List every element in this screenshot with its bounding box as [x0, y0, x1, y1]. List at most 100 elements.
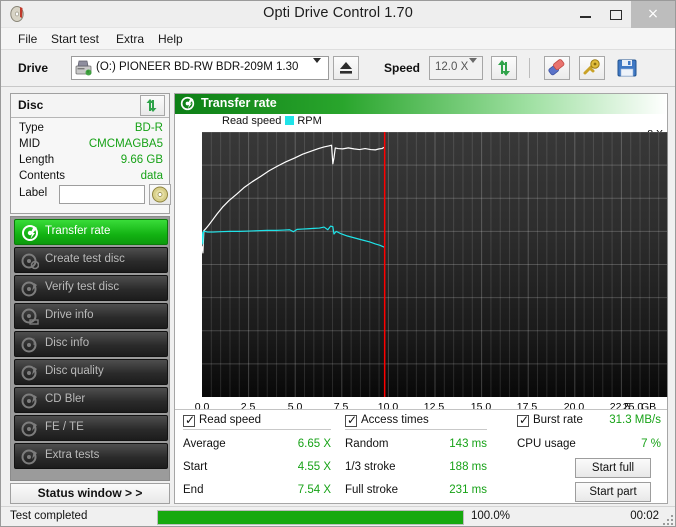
disc-icon — [21, 224, 39, 242]
chevron-down-icon — [469, 58, 477, 81]
chart-plot-area[interactable] — [202, 132, 668, 397]
drive-value: (O:) PIONEER BD-RW BDR-209M 1.30 — [96, 61, 299, 73]
drive-select[interactable]: (O:) PIONEER BD-RW BDR-209M 1.30 — [71, 56, 329, 80]
divider — [345, 429, 487, 430]
disc-type-value: BD-R — [134, 122, 163, 134]
toolbar-separator — [529, 58, 530, 78]
sidebar-item-label: CD Bler — [45, 393, 86, 405]
menu-help[interactable]: Help — [153, 31, 188, 47]
sidebar-item-disc-quality[interactable]: Disc quality — [14, 359, 168, 385]
info-icon: i — [21, 336, 39, 354]
minimize-icon — [580, 16, 591, 18]
disc-row: MID CMCMAGBA5 — [11, 138, 169, 155]
disc-icon — [152, 186, 168, 203]
disc-icon — [21, 448, 39, 466]
sidebar-item-disc-info[interactable]: i Disc info — [14, 331, 168, 357]
disc-refresh-button[interactable] — [140, 95, 165, 116]
read-speed-checkbox[interactable]: ✓ — [183, 413, 195, 427]
legend-read-speed: Read speed — [222, 115, 282, 127]
sidebar-item-fe-te[interactable]: FE / TE — [14, 415, 168, 441]
eject-button[interactable] — [333, 56, 359, 80]
tools-icon — [583, 59, 600, 75]
disc-row: Length 9.66 GB — [11, 154, 169, 171]
read-speed-average-label: Average — [183, 438, 226, 450]
disc-icon — [180, 96, 195, 111]
progress-bar-fill — [158, 511, 463, 524]
access-full-stroke-value: 231 ms — [449, 484, 487, 496]
access-random-label: Random — [345, 438, 389, 450]
tools-button[interactable] — [579, 56, 605, 80]
application-window: Opti Drive Control 1.70 × File Start tes… — [0, 0, 676, 527]
start-full-button[interactable]: Start full — [575, 458, 651, 478]
erase-button[interactable] — [544, 56, 570, 80]
divider — [183, 429, 331, 430]
read-speed-start-label: Start — [183, 461, 208, 473]
status-window-button[interactable]: Status window > > — [10, 483, 170, 504]
sidebar-item-cd-bler[interactable]: CD Bler — [14, 387, 168, 413]
disc-icon — [21, 364, 39, 382]
refresh-button[interactable] — [491, 56, 517, 80]
disc-icon — [21, 280, 39, 298]
svg-text:i: i — [33, 337, 35, 347]
disc-panel-title: Disc — [18, 98, 44, 112]
speed-value: 12.0 X — [435, 61, 469, 73]
save-icon — [617, 59, 637, 77]
close-icon: × — [647, 6, 659, 22]
disc-panel: Disc Type BD-R MID CMCMAGBA5 Length 9.66… — [10, 93, 171, 214]
disc-contents-value: data — [140, 170, 163, 182]
disc-length-value: 9.66 GB — [120, 154, 163, 166]
save-button[interactable] — [614, 56, 640, 80]
speed-label: Speed — [384, 61, 421, 75]
sidebar-item-extra-tests[interactable]: Extra tests — [14, 443, 168, 469]
sidebar-item-label: Verify test disc — [45, 281, 120, 293]
panel-header: Transfer rate — [175, 94, 667, 114]
read-speed-average-value: 6.65 X — [297, 438, 331, 450]
cpu-usage-value: 7 % — [641, 438, 661, 450]
sidebar-item-verify-test-disc[interactable]: Verify test disc — [14, 275, 168, 301]
status-text: Test completed — [10, 510, 88, 522]
refresh-icon — [146, 99, 157, 112]
disc-panel-header: Disc — [11, 94, 169, 118]
sidebar-item-label: Disc info — [45, 337, 90, 349]
chart-legend: Read speed RPM — [222, 115, 322, 127]
access-full-stroke-label: Full stroke — [345, 484, 399, 496]
drive-icon — [21, 308, 39, 326]
sidebar-item-label: Extra tests — [45, 449, 100, 461]
maximize-button[interactable] — [601, 1, 631, 28]
toolbar: Drive (O:) PIONEER BD-RW BDR-209M 1.30 S… — [1, 50, 675, 87]
read-speed-end-value: 7.54 X — [297, 484, 331, 496]
chevron-down-icon — [313, 58, 321, 81]
menu-start-test[interactable]: Start test — [46, 31, 104, 47]
disc-label-button[interactable] — [149, 184, 171, 205]
sidebar-item-drive-info[interactable]: Drive info — [14, 303, 168, 329]
read-speed-end-label: End — [183, 484, 204, 496]
sidebar-item-label: Create test disc — [45, 253, 125, 265]
close-button[interactable]: × — [631, 1, 675, 28]
access-random-value: 143 ms — [449, 438, 487, 450]
access-third-stroke-label: 1/3 stroke — [345, 461, 396, 473]
menu-extra[interactable]: Extra — [111, 31, 149, 47]
drive-label: Drive — [18, 61, 49, 75]
erase-icon — [548, 59, 565, 76]
chart-svg — [202, 132, 667, 397]
progress-bar — [157, 510, 464, 525]
eject-icon — [340, 62, 352, 74]
burst-rate-value: 31.3 MB/s — [609, 414, 661, 426]
access-times-checkbox[interactable]: ✓ — [345, 413, 357, 427]
speed-select[interactable]: 12.0 X — [429, 56, 483, 80]
sidebar-item-label: Transfer rate — [45, 225, 111, 237]
menu-file[interactable]: File — [13, 31, 42, 47]
start-part-button[interactable]: Start part — [575, 482, 651, 502]
minimize-button[interactable] — [571, 1, 601, 28]
sidebar-item-create-test-disc[interactable]: Create test disc — [14, 247, 168, 273]
read-speed-title: Read speed — [199, 414, 262, 426]
status-bar: Test completed 100.0% 00:02 — [1, 506, 675, 526]
burst-rate-checkbox[interactable]: ✓ — [517, 413, 529, 427]
sidebar-item-transfer-rate[interactable]: Transfer rate — [14, 219, 168, 245]
cpu-usage-label: CPU usage — [517, 438, 576, 450]
disc-label-input[interactable] — [59, 185, 145, 204]
sidebar-nav: Transfer rate Create test disc Verify te… — [10, 216, 170, 481]
transfer-rate-chart: 8 X 7 X 6 X 5 X 4 X 3 X 2 X 1 X 0.0 2.5 … — [175, 127, 668, 437]
disc-icon — [21, 420, 39, 438]
progress-percent: 100.0% — [471, 510, 511, 522]
